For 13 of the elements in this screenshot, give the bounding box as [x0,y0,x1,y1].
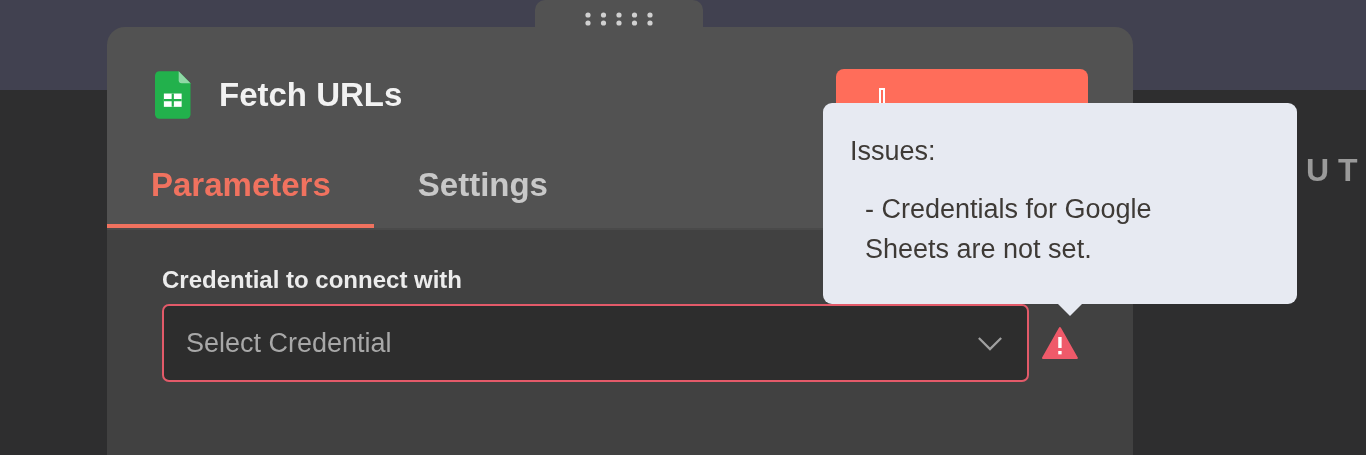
select-field[interactable]: Select Credential [162,304,1030,382]
drag-handle[interactable] [535,0,703,27]
tab[interactable]: Settings [373,152,591,228]
placeholder-text: Select Credential [186,327,392,359]
spreadsheet-icon [155,71,192,119]
node-title: Fetch URLs [219,76,404,114]
tooltip-message: - Credentials for Google Sheets are not set. [864,193,1153,266]
field-label: Credential to connect with [162,266,464,294]
drag-dots-icon [584,11,654,27]
tooltip-heading: Issues: [850,136,937,167]
section-heading: UT [1306,152,1366,189]
warning-icon [1042,327,1078,359]
chevron-down-icon [977,335,1004,351]
